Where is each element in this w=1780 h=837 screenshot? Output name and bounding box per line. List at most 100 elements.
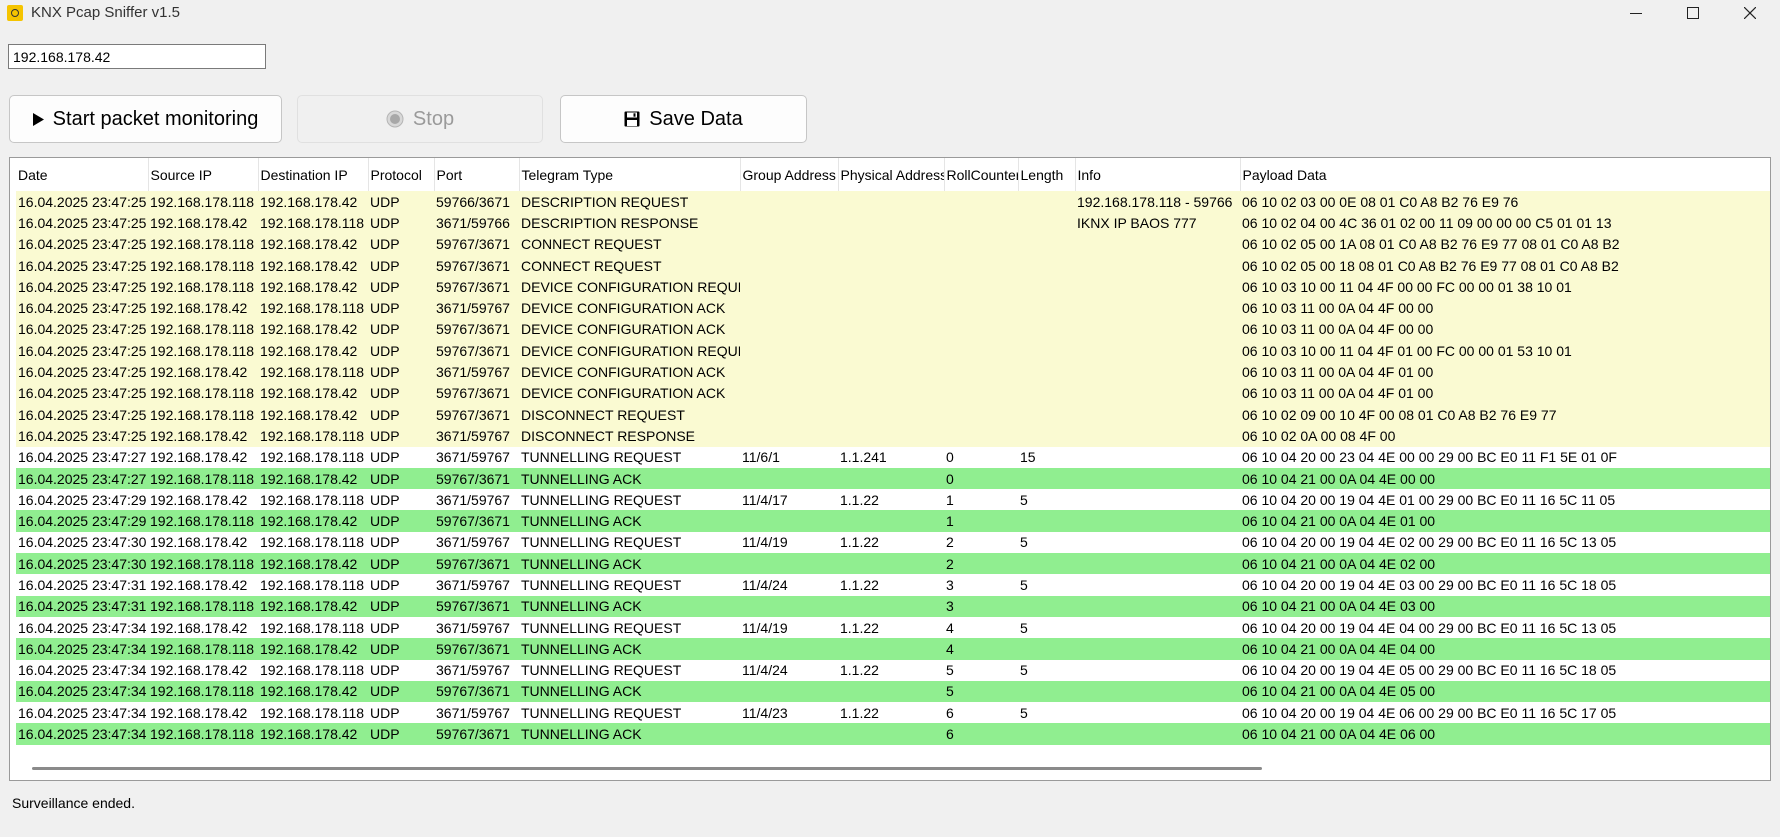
packet-grid[interactable]: Date Source IP Destination IP Protocol Port T…	[9, 157, 1771, 781]
table-cell: 16.04.2025 23:47:34	[16, 680, 148, 703]
table-cell	[838, 553, 944, 575]
stop-button[interactable]: Stop	[297, 95, 543, 143]
table-row[interactable]: 16.04.2025 23:47:27 192.168.178.118 192.16…	[16, 467, 1770, 490]
table-row[interactable]: 16.04.2025 23:47:34 192.168.178.118 192.16…	[16, 680, 1770, 703]
table-cell: 3671/59766	[434, 212, 519, 234]
table-cell	[740, 638, 838, 660]
table-cell: 192.168.178.118	[258, 489, 368, 511]
table-cell	[1075, 403, 1240, 426]
column-header[interactable]: Physical Address	[838, 158, 945, 191]
table-cell	[1075, 361, 1240, 383]
table-row[interactable]: 16.04.2025 23:47:29 192.168.178.118 192.16…	[16, 510, 1770, 532]
table-row[interactable]: 16.04.2025 23:47:34 192.168.178.42 192.168…	[16, 659, 1770, 681]
table-cell: 192.168.178.42	[148, 297, 258, 319]
ip-address-input[interactable]	[8, 44, 266, 69]
column-header[interactable]: Protocol	[368, 158, 435, 191]
column-header[interactable]: Port	[434, 158, 520, 191]
table-row[interactable]: 16.04.2025 23:47:34 192.168.178.42 192.168…	[16, 702, 1770, 724]
table-cell	[944, 276, 1018, 298]
column-header[interactable]: Payload Data	[1240, 158, 1770, 191]
column-header[interactable]: Telegram Type	[519, 158, 741, 191]
table-cell	[1018, 212, 1075, 234]
column-header[interactable]: Source IP	[148, 158, 259, 191]
table-row[interactable]: 16.04.2025 23:47:25 192.168.178.118 192.16…	[16, 340, 1770, 362]
table-cell: 16.04.2025 23:47:25	[16, 425, 148, 447]
table-row[interactable]: 16.04.2025 23:47:31 192.168.178.118 192.16…	[16, 595, 1770, 617]
table-row[interactable]: 16.04.2025 23:47:25 192.168.178.118 192.16…	[16, 254, 1770, 277]
column-header[interactable]: Length	[1018, 158, 1076, 191]
table-row[interactable]: 16.04.2025 23:47:25 192.168.178.118 192.16…	[16, 191, 1770, 213]
table-cell	[1075, 638, 1240, 660]
maximize-button[interactable]	[1667, 0, 1719, 26]
table-cell: 59767/3671	[434, 340, 519, 362]
table-row[interactable]: 16.04.2025 23:47:30 192.168.178.42 192.168…	[16, 531, 1770, 554]
table-cell: 16.04.2025 23:47:34	[16, 638, 148, 660]
table-row[interactable]: 16.04.2025 23:47:25 192.168.178.118 192.16…	[16, 276, 1770, 298]
table-cell: UDP	[368, 574, 434, 596]
table-cell	[944, 318, 1018, 341]
table-cell: 3671/59767	[434, 531, 519, 554]
table-row[interactable]: 16.04.2025 23:47:25 192.168.178.42 192.168…	[16, 361, 1770, 383]
column-header[interactable]: Info	[1075, 158, 1241, 191]
table-row[interactable]: 16.04.2025 23:47:34 192.168.178.118 192.16…	[16, 638, 1770, 660]
table-cell: 6	[944, 702, 1018, 724]
table-row[interactable]: 16.04.2025 23:47:29 192.168.178.42 192.168…	[16, 489, 1770, 511]
table-cell	[1018, 553, 1075, 575]
table-cell: CONNECT REQUEST	[519, 233, 740, 255]
table-cell: 06 10 02 03 00 0E 08 01 C0 A8 B2 76 E9 7…	[1240, 191, 1770, 213]
table-row[interactable]: 16.04.2025 23:47:34 192.168.178.42 192.168…	[16, 616, 1770, 639]
table-cell: 5	[1018, 616, 1075, 639]
column-header[interactable]: Date	[16, 158, 149, 191]
table-cell: 192.168.178.118	[258, 531, 368, 554]
save-data-button[interactable]: Save Data	[560, 95, 807, 143]
table-cell: UDP	[368, 254, 434, 277]
table-row[interactable]: 16.04.2025 23:47:30 192.168.178.118 192.16…	[16, 553, 1770, 575]
table-cell	[740, 233, 838, 255]
table-cell: TUNNELLING ACK	[519, 553, 740, 575]
table-cell: 06 10 03 10 00 11 04 4F 00 00 FC 00 00 0…	[1240, 276, 1770, 298]
table-cell: UDP	[368, 467, 434, 490]
table-cell	[838, 318, 944, 341]
table-row[interactable]: 16.04.2025 23:47:25 192.168.178.118 192.16…	[16, 318, 1770, 341]
table-cell: 11/4/19	[740, 531, 838, 554]
column-header[interactable]: Destination IP	[258, 158, 369, 191]
column-header[interactable]: Group Address	[740, 158, 839, 191]
table-row[interactable]: 16.04.2025 23:47:34 192.168.178.118 192.16…	[16, 723, 1770, 745]
table-cell: 06 10 04 21 00 0A 04 4E 06 00	[1240, 723, 1770, 745]
table-row[interactable]: 16.04.2025 23:47:25 192.168.178.42 192.168…	[16, 425, 1770, 447]
table-cell: 06 10 04 20 00 19 04 4E 04 00 29 00 BC E…	[1240, 616, 1770, 639]
table-cell: 192.168.178.42	[148, 212, 258, 234]
table-row[interactable]: 16.04.2025 23:47:31 192.168.178.42 192.168…	[16, 574, 1770, 596]
table-cell: 06 10 04 20 00 19 04 4E 05 00 29 00 BC E…	[1240, 659, 1770, 681]
table-row[interactable]: 16.04.2025 23:47:25 192.168.178.118 192.16…	[16, 382, 1770, 404]
table-cell: 59767/3671	[434, 382, 519, 404]
table-cell: 16.04.2025 23:47:25	[16, 340, 148, 362]
table-cell: 192.168.178.118	[148, 723, 258, 745]
header-row: Date Source IP Destination IP Protocol Port T…	[16, 158, 1770, 191]
table-cell: 192.168.178.118	[258, 212, 368, 234]
maximize-icon	[1687, 7, 1699, 19]
table-row[interactable]: 16.04.2025 23:47:25 192.168.178.118 192.16…	[16, 233, 1770, 255]
table-cell	[1018, 595, 1075, 617]
table-cell: 06 10 03 11 00 0A 04 4F 00 00	[1240, 318, 1770, 341]
table-cell: 192.168.178.118	[148, 595, 258, 617]
table-cell: UDP	[368, 680, 434, 703]
table-cell: 3671/59767	[434, 425, 519, 447]
table-cell: TUNNELLING ACK	[519, 723, 740, 745]
table-row[interactable]: 16.04.2025 23:47:27 192.168.178.42 192.168…	[16, 446, 1770, 468]
table-cell: 06 10 04 20 00 19 04 4E 03 00 29 00 BC E…	[1240, 574, 1770, 596]
table-cell: 192.168.178.118	[148, 382, 258, 404]
table-row[interactable]: 16.04.2025 23:47:25 192.168.178.118 192.16…	[16, 403, 1770, 426]
table-cell: 1	[944, 510, 1018, 532]
minimize-button[interactable]	[1610, 0, 1662, 26]
table-row[interactable]: 16.04.2025 23:47:25 192.168.178.42 192.168…	[16, 212, 1770, 234]
start-monitoring-button[interactable]: Start packet monitoring	[9, 95, 282, 143]
table-cell: 1.1.22	[838, 659, 944, 681]
horizontal-scrollbar[interactable]	[32, 767, 1262, 770]
table-cell: 16.04.2025 23:47:27	[16, 446, 148, 468]
column-header[interactable]: RollCounter	[944, 158, 1019, 191]
table-cell: 192.168.178.118	[258, 361, 368, 383]
close-button[interactable]	[1724, 0, 1776, 26]
table-row[interactable]: 16.04.2025 23:47:25 192.168.178.42 192.168…	[16, 297, 1770, 319]
table-cell: TUNNELLING ACK	[519, 680, 740, 703]
